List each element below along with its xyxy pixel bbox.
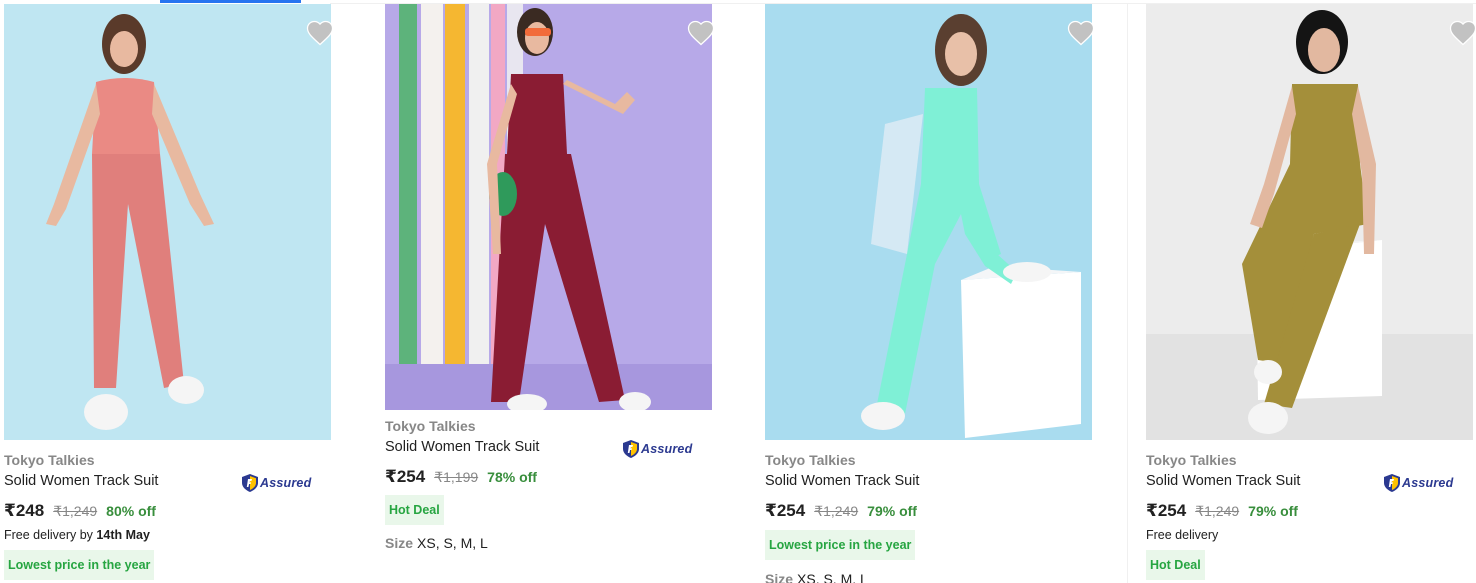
product-info: Tokyo Talkies Solid Women Track Suit ₹25… (765, 450, 1085, 583)
product-title[interactable]: Solid Women Track Suit (765, 470, 1085, 492)
flipkart-assured-badge-icon (1384, 474, 1400, 492)
selling-price: ₹254 (765, 501, 806, 520)
size-info: Size XS, S, M, L (765, 570, 1085, 583)
product-info: Tokyo Talkies Solid Women Track Suit Ass… (385, 416, 705, 552)
selling-price: ₹248 (4, 501, 45, 520)
size-label: Size (385, 535, 414, 551)
delivery-info: Free delivery by 14th May (4, 526, 324, 544)
assured-label: Assured (641, 442, 693, 456)
flipkart-assured-badge-icon (623, 440, 639, 458)
size-values: XS, S, M, L (797, 571, 868, 583)
product-info: Tokyo Talkies Solid Women Track Suit Ass… (4, 450, 324, 580)
product-image[interactable] (4, 4, 331, 440)
discount-percent: 78% off (487, 469, 537, 485)
product-image[interactable] (765, 4, 1092, 440)
delivery-prefix: Free delivery by (4, 528, 93, 542)
product-brand: Tokyo Talkies (385, 418, 476, 434)
assured-badge: Assured (1384, 472, 1453, 494)
product-image[interactable] (385, 4, 712, 410)
delivery-prefix: Free delivery (1146, 528, 1219, 542)
offer-tag: Lowest price in the year (4, 550, 155, 580)
size-info: Size XS, S, M, L (385, 534, 705, 552)
wishlist-heart-icon[interactable] (686, 18, 716, 48)
size-values: XS, S, M, L (417, 535, 488, 551)
discount-percent: 79% off (1248, 503, 1298, 519)
offer-tag: Lowest price in the year (765, 530, 916, 560)
size-label: Size (765, 571, 794, 583)
product-brand: Tokyo Talkies (1146, 452, 1237, 468)
wishlist-heart-icon[interactable] (1448, 18, 1476, 48)
offer-tag: Hot Deal (1146, 550, 1205, 580)
offer-tag: Hot Deal (385, 495, 444, 525)
selling-price: ₹254 (1146, 501, 1187, 520)
discount-percent: 80% off (106, 503, 156, 519)
flipkart-assured-badge-icon (242, 474, 258, 492)
original-price: ₹1,249 (814, 503, 859, 519)
column-divider (1127, 4, 1128, 583)
original-price: ₹1,249 (53, 503, 98, 519)
original-price: ₹1,199 (434, 469, 479, 485)
assured-badge: Assured (623, 438, 692, 460)
product-card-4[interactable]: Tokyo Talkies Solid Women Track Suit Ass… (1146, 0, 1476, 583)
delivery-info: Free delivery (1146, 526, 1466, 544)
product-brand: Tokyo Talkies (4, 452, 95, 468)
product-card-1[interactable]: Tokyo Talkies Solid Women Track Suit Ass… (4, 0, 334, 583)
product-info: Tokyo Talkies Solid Women Track Suit Ass… (1146, 450, 1466, 580)
wishlist-heart-icon[interactable] (305, 18, 335, 48)
product-card-2[interactable]: Tokyo Talkies Solid Women Track Suit Ass… (385, 0, 715, 583)
wishlist-heart-icon[interactable] (1066, 18, 1096, 48)
product-image[interactable] (1146, 4, 1473, 440)
product-card-3[interactable]: Tokyo Talkies Solid Women Track Suit ₹25… (765, 0, 1095, 583)
assured-label: Assured (1402, 476, 1454, 490)
original-price: ₹1,249 (1195, 503, 1240, 519)
discount-percent: 79% off (867, 503, 917, 519)
assured-badge: Assured (242, 472, 311, 494)
delivery-date: 14th May (96, 528, 150, 542)
product-brand: Tokyo Talkies (765, 452, 856, 468)
assured-label: Assured (260, 476, 312, 490)
selling-price: ₹254 (385, 467, 426, 486)
